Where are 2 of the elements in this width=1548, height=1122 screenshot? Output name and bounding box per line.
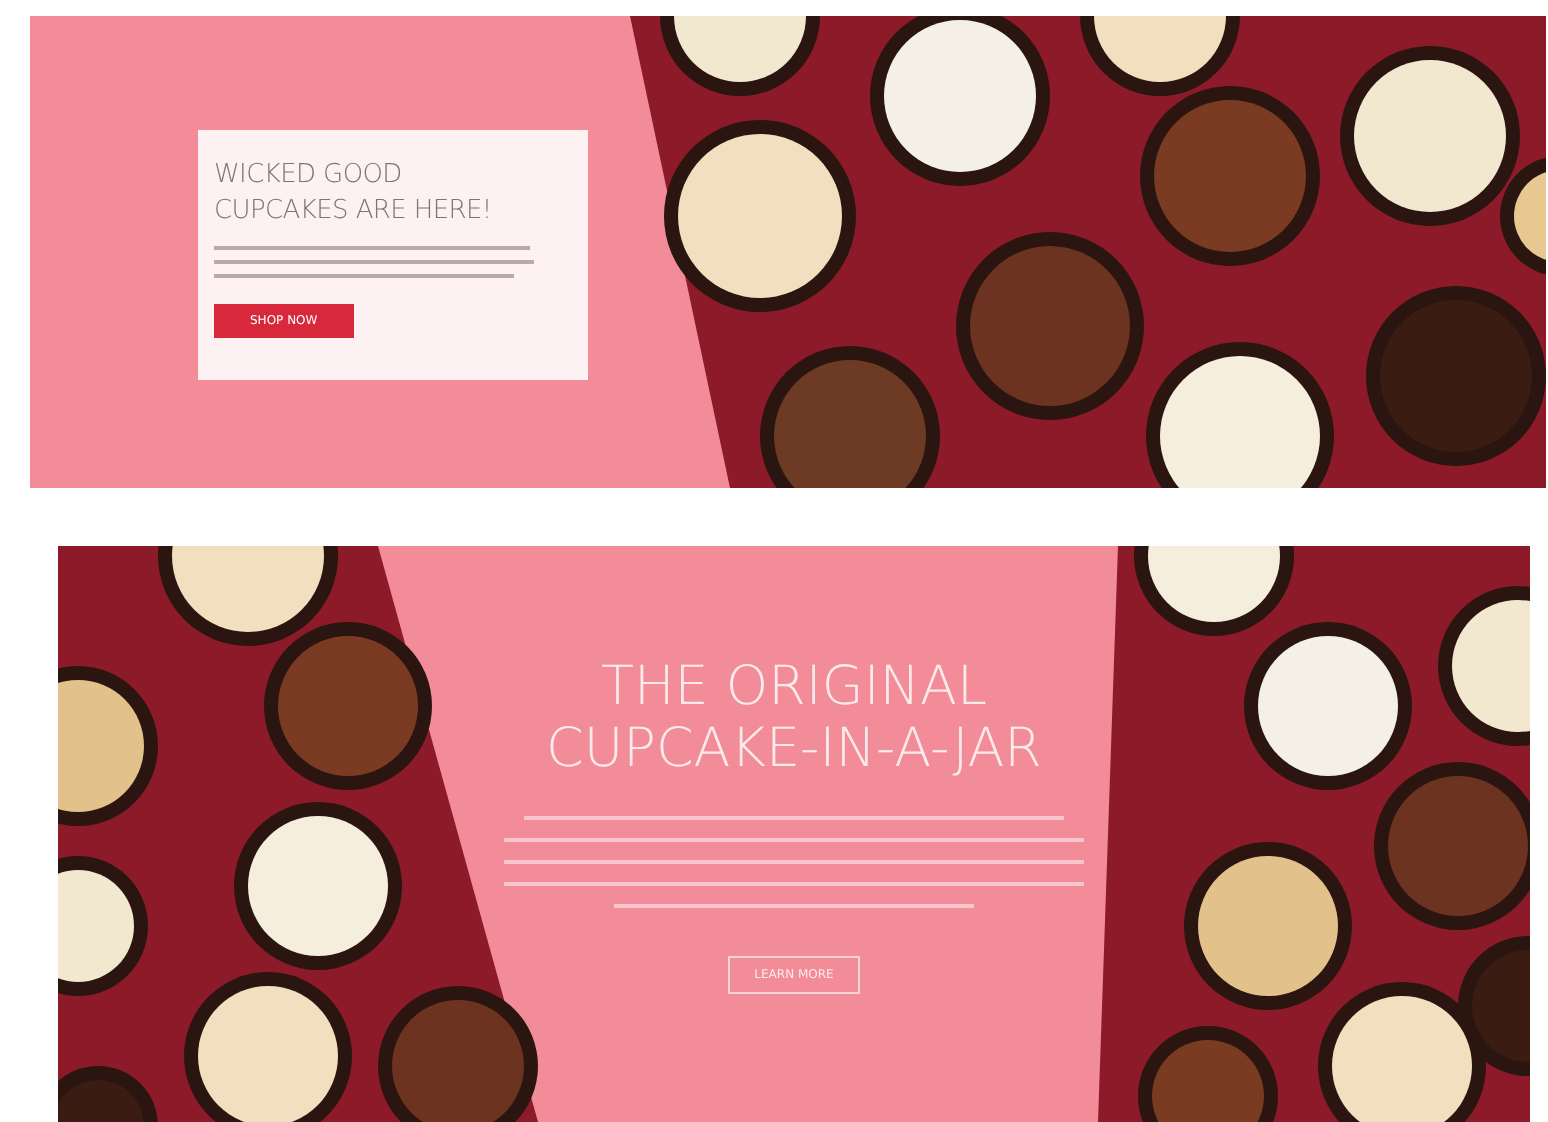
- banner-heading: THE ORIGINAL CUPCAKE-IN-A-JAR: [544, 656, 1044, 780]
- banner-heading: WICKED GOOD CUPCAKES ARE HERE!: [214, 158, 494, 230]
